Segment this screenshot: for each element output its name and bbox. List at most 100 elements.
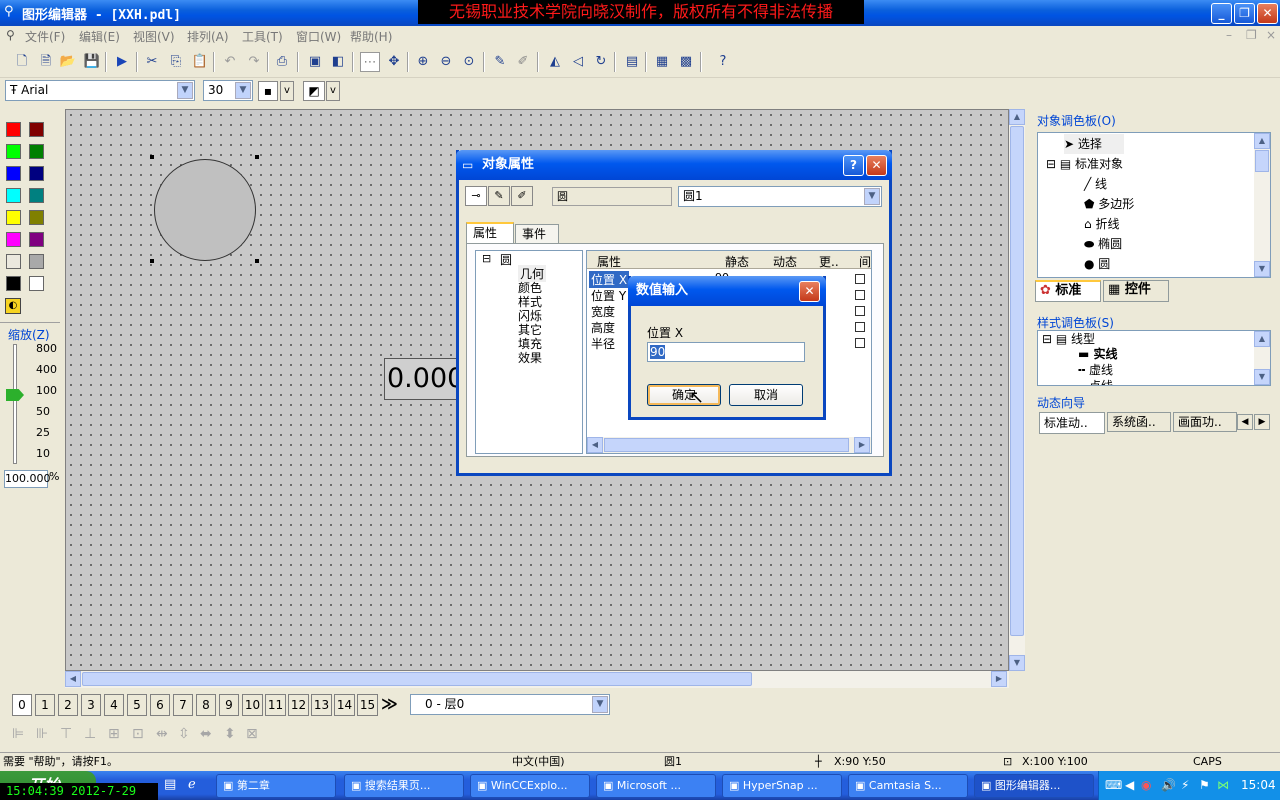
scroll-down-icon[interactable]: ▼: [1009, 655, 1025, 671]
style-scrollbar[interactable]: ▲ ▼: [1254, 331, 1270, 385]
menu-arrange[interactable]: 排列(A): [187, 28, 229, 45]
selection-handle[interactable]: [255, 259, 259, 263]
color-swatch[interactable]: [6, 232, 21, 247]
show-desktop-icon[interactable]: ▤: [164, 777, 176, 792]
mirror-v-icon[interactable]: ◁: [568, 52, 588, 72]
color-swatch[interactable]: [6, 122, 21, 137]
ok-button[interactable]: 确定: [647, 384, 721, 406]
col-header-property[interactable]: 属性: [597, 253, 621, 270]
tree-root-label[interactable]: 圆: [500, 251, 512, 268]
zoom-tick[interactable]: 50: [36, 405, 50, 418]
selection-handle[interactable]: [150, 259, 154, 263]
zoom-in-icon[interactable]: ⊕: [413, 52, 433, 72]
color-swatch[interactable]: [6, 210, 21, 225]
zoom-tick[interactable]: 10: [36, 447, 50, 460]
tab-picture-functions[interactable]: 画面功..: [1173, 412, 1237, 432]
tray-expand-icon[interactable]: ◀: [1125, 778, 1134, 792]
mirror-h-icon[interactable]: ◭: [545, 52, 565, 72]
scroll-left-icon[interactable]: ◀: [587, 437, 603, 453]
volume-icon[interactable]: 🔊: [1161, 778, 1176, 792]
tab-scroll-right-icon[interactable]: ▶: [1254, 414, 1270, 430]
redo-icon[interactable]: ↷: [244, 52, 264, 72]
tab-system-functions[interactable]: 系统函..: [1107, 412, 1171, 432]
open-icon[interactable]: 📂: [58, 52, 78, 72]
table-hscrollbar[interactable]: ◀ ▶: [587, 437, 871, 453]
mdi-close-icon[interactable]: ×: [1266, 28, 1276, 42]
scroll-right-icon[interactable]: ▶: [854, 437, 870, 453]
col-header-update[interactable]: 更..: [819, 253, 839, 270]
align-top-icon[interactable]: ⊤: [60, 721, 72, 747]
scroll-left-icon[interactable]: ◀: [65, 671, 81, 687]
taskbar-button[interactable]: ▣ WinCCExplo...: [470, 774, 590, 798]
mdi-restore-icon[interactable]: ❐: [1246, 28, 1257, 42]
collapse-icon[interactable]: ⊟: [482, 252, 491, 265]
align-right-icon[interactable]: ⊪: [36, 721, 48, 747]
network-icon[interactable]: ⚡: [1181, 778, 1189, 792]
print-icon[interactable]: ⎙: [272, 52, 292, 72]
scroll-up-icon[interactable]: ▲: [1009, 109, 1025, 125]
menu-view[interactable]: 视图(V): [133, 28, 175, 45]
layer-button[interactable]: 11: [265, 694, 286, 716]
space-h-icon[interactable]: ⇹: [156, 721, 168, 747]
same-height-icon[interactable]: ⬍: [224, 721, 236, 747]
color-swatch[interactable]: [6, 276, 21, 291]
value-input[interactable]: 90: [647, 342, 805, 362]
indirect-checkbox[interactable]: [855, 322, 865, 332]
tab-scroll-left-icon[interactable]: ◀: [1237, 414, 1253, 430]
tab-controls[interactable]: ▦ 控件: [1103, 280, 1169, 302]
brush-icon[interactable]: ✐: [511, 186, 533, 206]
new-template-icon[interactable]: 🗎: [36, 52, 56, 72]
layer-button[interactable]: 9: [219, 694, 239, 716]
taskbar-button[interactable]: ▣ 第二章: [216, 774, 336, 798]
layer-button[interactable]: 1: [35, 694, 55, 716]
color-swatch[interactable]: [29, 276, 44, 291]
menu-help[interactable]: 帮助(H): [350, 28, 392, 45]
chevron-down-icon[interactable]: ▼: [864, 188, 880, 205]
layers-icon[interactable]: ▩: [676, 52, 696, 72]
minimize-button[interactable]: _: [1211, 3, 1232, 24]
color-swatch[interactable]: [6, 188, 21, 203]
more-layers-icon[interactable]: ≫: [381, 694, 398, 713]
color-swatch[interactable]: [6, 144, 21, 159]
tree-item-standard[interactable]: ⊟ ▤ 标准对象: [1046, 154, 1123, 174]
tree-item-ellipse[interactable]: ⬬ 椭圆: [1084, 234, 1122, 254]
same-width-icon[interactable]: ⬌: [200, 721, 212, 747]
paste-icon[interactable]: 📋: [190, 52, 210, 72]
pin-icon[interactable]: ⊸: [465, 186, 487, 206]
taskbar-button[interactable]: ▣ 图形编辑器...: [974, 774, 1094, 798]
selection-handle[interactable]: [150, 155, 154, 159]
scroll-right-icon[interactable]: ▶: [991, 671, 1007, 687]
object-name-select[interactable]: 圆1 ▼: [678, 186, 882, 207]
context-help-icon[interactable]: ?: [713, 52, 733, 72]
menu-file[interactable]: 文件(F): [25, 28, 65, 45]
indirect-checkbox[interactable]: [855, 306, 865, 316]
run-icon[interactable]: ▶: [112, 52, 132, 72]
custom-color-icon[interactable]: ◐: [5, 298, 21, 314]
space-v-icon[interactable]: ⇳: [178, 721, 190, 747]
tab-events[interactable]: 事件: [515, 224, 559, 244]
layer-button[interactable]: 14: [334, 694, 355, 716]
vertical-scrollbar[interactable]: ▲ ▼: [1009, 109, 1025, 671]
layer-button[interactable]: 4: [104, 694, 124, 716]
font-size-select[interactable]: 30 ▼: [203, 80, 253, 101]
close-button[interactable]: ✕: [866, 155, 887, 176]
indirect-checkbox[interactable]: [855, 290, 865, 300]
zoom-input[interactable]: 100.000: [4, 470, 51, 488]
rotate-icon[interactable]: ↻: [591, 52, 611, 72]
same-size-icon[interactable]: ⊠: [246, 721, 258, 747]
keyboard-icon[interactable]: ⌨: [1105, 778, 1122, 792]
scroll-thumb[interactable]: [1255, 150, 1269, 172]
zoom-tick[interactable]: 400: [36, 363, 57, 376]
clock[interactable]: 15:04: [1241, 778, 1276, 792]
color-swatch[interactable]: [29, 210, 44, 225]
taskbar-button[interactable]: ▣ Microsoft ...: [596, 774, 716, 798]
align-left-icon[interactable]: ⊫: [12, 721, 24, 747]
tray-app-icon[interactable]: ◉: [1141, 778, 1151, 792]
restore-button[interactable]: ❐: [1234, 3, 1255, 24]
horizontal-scrollbar[interactable]: ◀ ▶: [65, 671, 1009, 688]
menu-tools[interactable]: 工具(T): [242, 28, 283, 45]
close-button[interactable]: ✕: [799, 281, 820, 302]
color-swatch[interactable]: [29, 122, 44, 137]
layer-button[interactable]: 8: [196, 694, 216, 716]
col-header-static[interactable]: 静态: [725, 253, 749, 270]
